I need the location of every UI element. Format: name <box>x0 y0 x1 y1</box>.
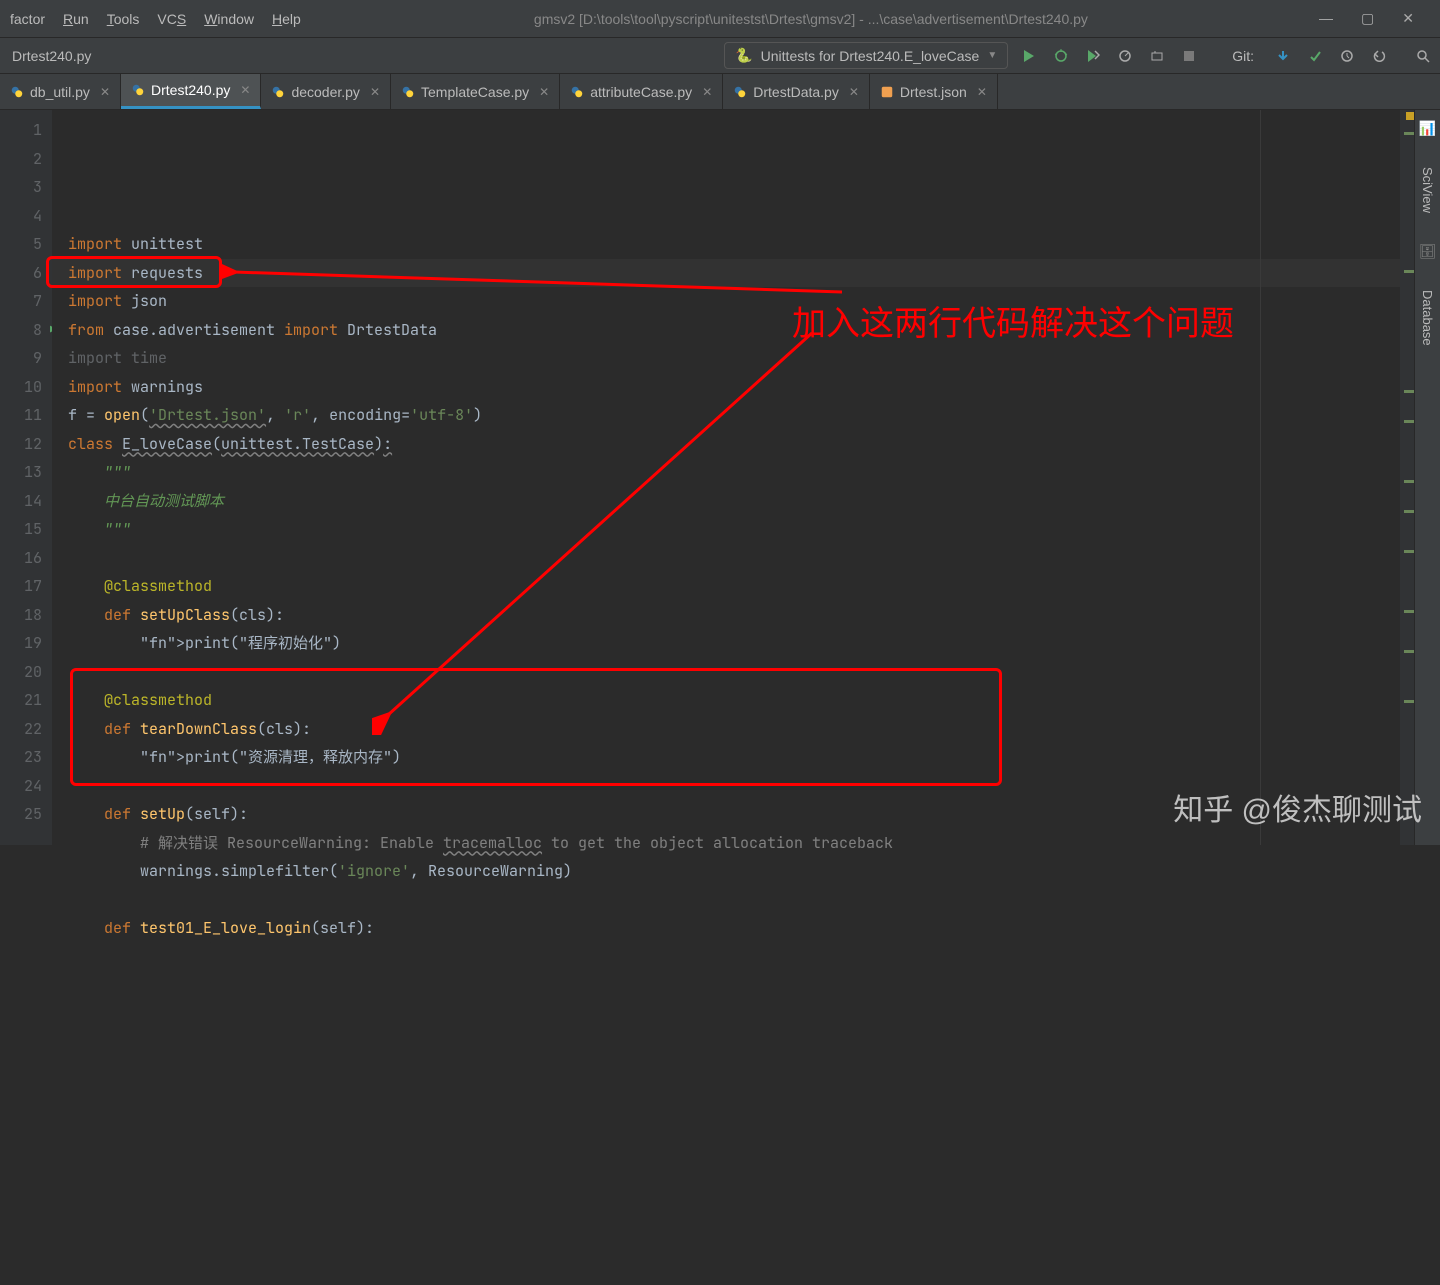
tab-drtest240[interactable]: Drtest240.py ✕ <box>121 74 261 109</box>
close-icon[interactable]: ✕ <box>977 85 987 99</box>
python-file-icon <box>10 85 24 99</box>
code-editor[interactable]: import unittest import requests import j… <box>52 110 1414 845</box>
json-file-icon <box>880 85 894 99</box>
run-config-selector[interactable]: 🐍 Unittests for Drtest240.E_loveCase ▼ <box>724 42 1008 69</box>
tab-decoder[interactable]: decoder.py ✕ <box>261 74 391 109</box>
close-icon[interactable]: ✕ <box>100 85 110 99</box>
run-button[interactable] <box>1020 47 1038 65</box>
git-label: Git: <box>1232 48 1254 64</box>
tab-drtestjson[interactable]: Drtest.json ✕ <box>870 74 998 109</box>
window-title: gmsv2 [D:\tools\tool\pyscript\unitestst\… <box>303 11 1319 27</box>
python-file-icon <box>733 85 747 99</box>
tab-db-util[interactable]: db_util.py ✕ <box>0 74 121 109</box>
line-gutter[interactable]: 1234567891011121314151617181920212223242… <box>0 110 52 845</box>
run-config-label: Unittests for Drtest240.E_loveCase <box>761 48 980 64</box>
tab-drtestdata[interactable]: DrtestData.py ✕ <box>723 74 870 109</box>
maximize-button[interactable]: ▢ <box>1361 10 1374 27</box>
tab-attributecase[interactable]: attributeCase.py ✕ <box>560 74 723 109</box>
main-menu: factor Run Tools VCS Window Help <box>8 9 303 29</box>
editor-tabs: db_util.py ✕ Drtest240.py ✕ decoder.py ✕… <box>0 74 1440 110</box>
menu-window[interactable]: Window <box>202 9 256 29</box>
stop-button[interactable] <box>1180 47 1198 65</box>
tab-templatecase[interactable]: TemplateCase.py ✕ <box>391 74 560 109</box>
python-file-icon <box>271 85 285 99</box>
git-history-icon[interactable] <box>1338 47 1356 65</box>
right-toolbar: 📊 SciView 🗄 Database <box>1414 110 1440 845</box>
titlebar: factor Run Tools VCS Window Help gmsv2 [… <box>0 0 1440 38</box>
close-icon[interactable]: ✕ <box>240 83 250 97</box>
git-pull-icon[interactable] <box>1274 47 1292 65</box>
window-controls: — ▢ ✕ <box>1319 10 1432 27</box>
sciview-icon[interactable]: 📊 <box>1419 120 1436 137</box>
close-icon[interactable]: ✕ <box>539 85 549 99</box>
close-button[interactable]: ✕ <box>1402 10 1414 27</box>
menu-run[interactable]: Run <box>61 9 91 29</box>
breadcrumb-file[interactable]: Drtest240.py <box>8 48 91 64</box>
close-icon[interactable]: ✕ <box>370 85 380 99</box>
menu-refactor[interactable]: factor <box>8 9 47 29</box>
debug-button[interactable] <box>1052 47 1070 65</box>
editor-area: 1234567891011121314151617181920212223242… <box>0 110 1440 845</box>
menu-tools[interactable]: Tools <box>105 9 142 29</box>
git-revert-icon[interactable] <box>1370 47 1388 65</box>
attach-button[interactable] <box>1148 47 1166 65</box>
git-commit-icon[interactable] <box>1306 47 1324 65</box>
menu-vcs[interactable]: VCS <box>155 9 188 29</box>
python-file-icon <box>131 83 145 97</box>
close-icon[interactable]: ✕ <box>702 85 712 99</box>
search-icon[interactable] <box>1414 47 1432 65</box>
menu-help[interactable]: Help <box>270 9 303 29</box>
coverage-button[interactable] <box>1084 47 1102 65</box>
chevron-down-icon: ▼ <box>987 50 997 61</box>
python-file-icon <box>570 85 584 99</box>
profile-button[interactable] <box>1116 47 1134 65</box>
python-file-icon <box>401 85 415 99</box>
close-icon[interactable]: ✕ <box>849 85 859 99</box>
toolbar: Drtest240.py 🐍 Unittests for Drtest240.E… <box>0 38 1440 74</box>
minimize-button[interactable]: — <box>1319 10 1333 27</box>
python-icon: 🐍 <box>735 47 752 64</box>
